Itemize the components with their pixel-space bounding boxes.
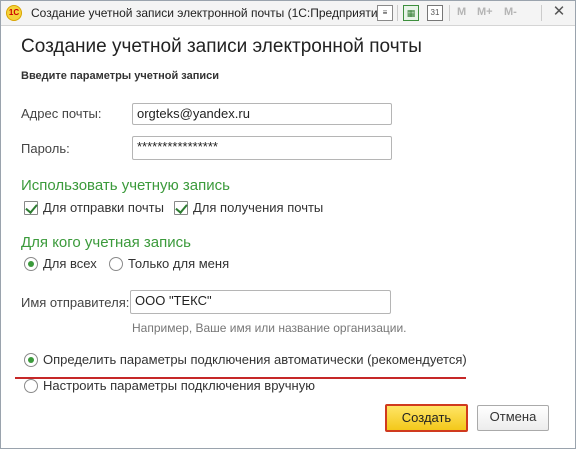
sender-name-label: Имя отправителя: [21, 295, 130, 310]
page-title: Создание учетной записи электронной почт… [21, 36, 422, 57]
use-account-group-title: Использовать учетную запись [21, 177, 230, 194]
for-whom-group-title: Для кого учетная запись [21, 234, 191, 251]
dialog-window: 1С Создание учетной записи электронной п… [0, 0, 576, 449]
window-title: Создание учетной записи электронной почт… [31, 6, 389, 20]
checkmark-icon [175, 201, 188, 214]
radio-selected-dot [28, 357, 34, 363]
create-button[interactable]: Создать [385, 404, 468, 432]
sender-name-hint: Например, Ваше имя или название организа… [132, 321, 407, 335]
only-me-label[interactable]: Только для меня [128, 256, 229, 271]
section-hint: Введите параметры учетной записи [21, 70, 220, 82]
password-field[interactable]: **************** [132, 136, 392, 160]
send-mail-label[interactable]: Для отправки почты [43, 200, 164, 215]
cancel-button[interactable]: Отмена [477, 405, 549, 431]
memory-m-button[interactable]: M [457, 6, 466, 18]
manual-connection-radio[interactable] [24, 379, 38, 393]
checkmark-icon [25, 201, 38, 214]
for-all-label[interactable]: Для всех [43, 256, 97, 271]
radio-selected-dot [28, 261, 34, 267]
only-me-radio[interactable] [109, 257, 123, 271]
memory-plus-button[interactable]: M+ [477, 6, 493, 18]
auto-connection-label[interactable]: Определить параметры подключения автомат… [43, 352, 467, 367]
close-icon[interactable]: ✕ [551, 4, 567, 20]
auto-connection-radio[interactable] [24, 353, 38, 367]
receive-mail-label[interactable]: Для получения почты [193, 200, 323, 215]
email-label: Адрес почты: [21, 106, 102, 121]
manual-connection-label[interactable]: Настроить параметры подключения вручную [43, 378, 315, 393]
receive-mail-checkbox[interactable] [174, 201, 188, 215]
calculator-icon[interactable]: ▦ [403, 5, 419, 21]
for-all-radio[interactable] [24, 257, 38, 271]
app-logo-icon: 1С [6, 5, 22, 21]
document-icon[interactable]: ≡ [377, 5, 393, 21]
memory-minus-button[interactable]: M- [504, 6, 517, 18]
toolbar-separator [541, 5, 542, 21]
title-bar: 1С Создание учетной записи электронной п… [1, 1, 575, 26]
sender-name-field[interactable]: ООО "ТЕКС" [130, 290, 391, 314]
password-label: Пароль: [21, 141, 70, 156]
toolbar-separator [397, 5, 398, 21]
send-mail-checkbox[interactable] [24, 201, 38, 215]
email-field[interactable]: orgteks@yandex.ru [132, 103, 392, 125]
toolbar-separator [449, 5, 450, 21]
calendar-icon[interactable]: 31 [427, 5, 443, 21]
